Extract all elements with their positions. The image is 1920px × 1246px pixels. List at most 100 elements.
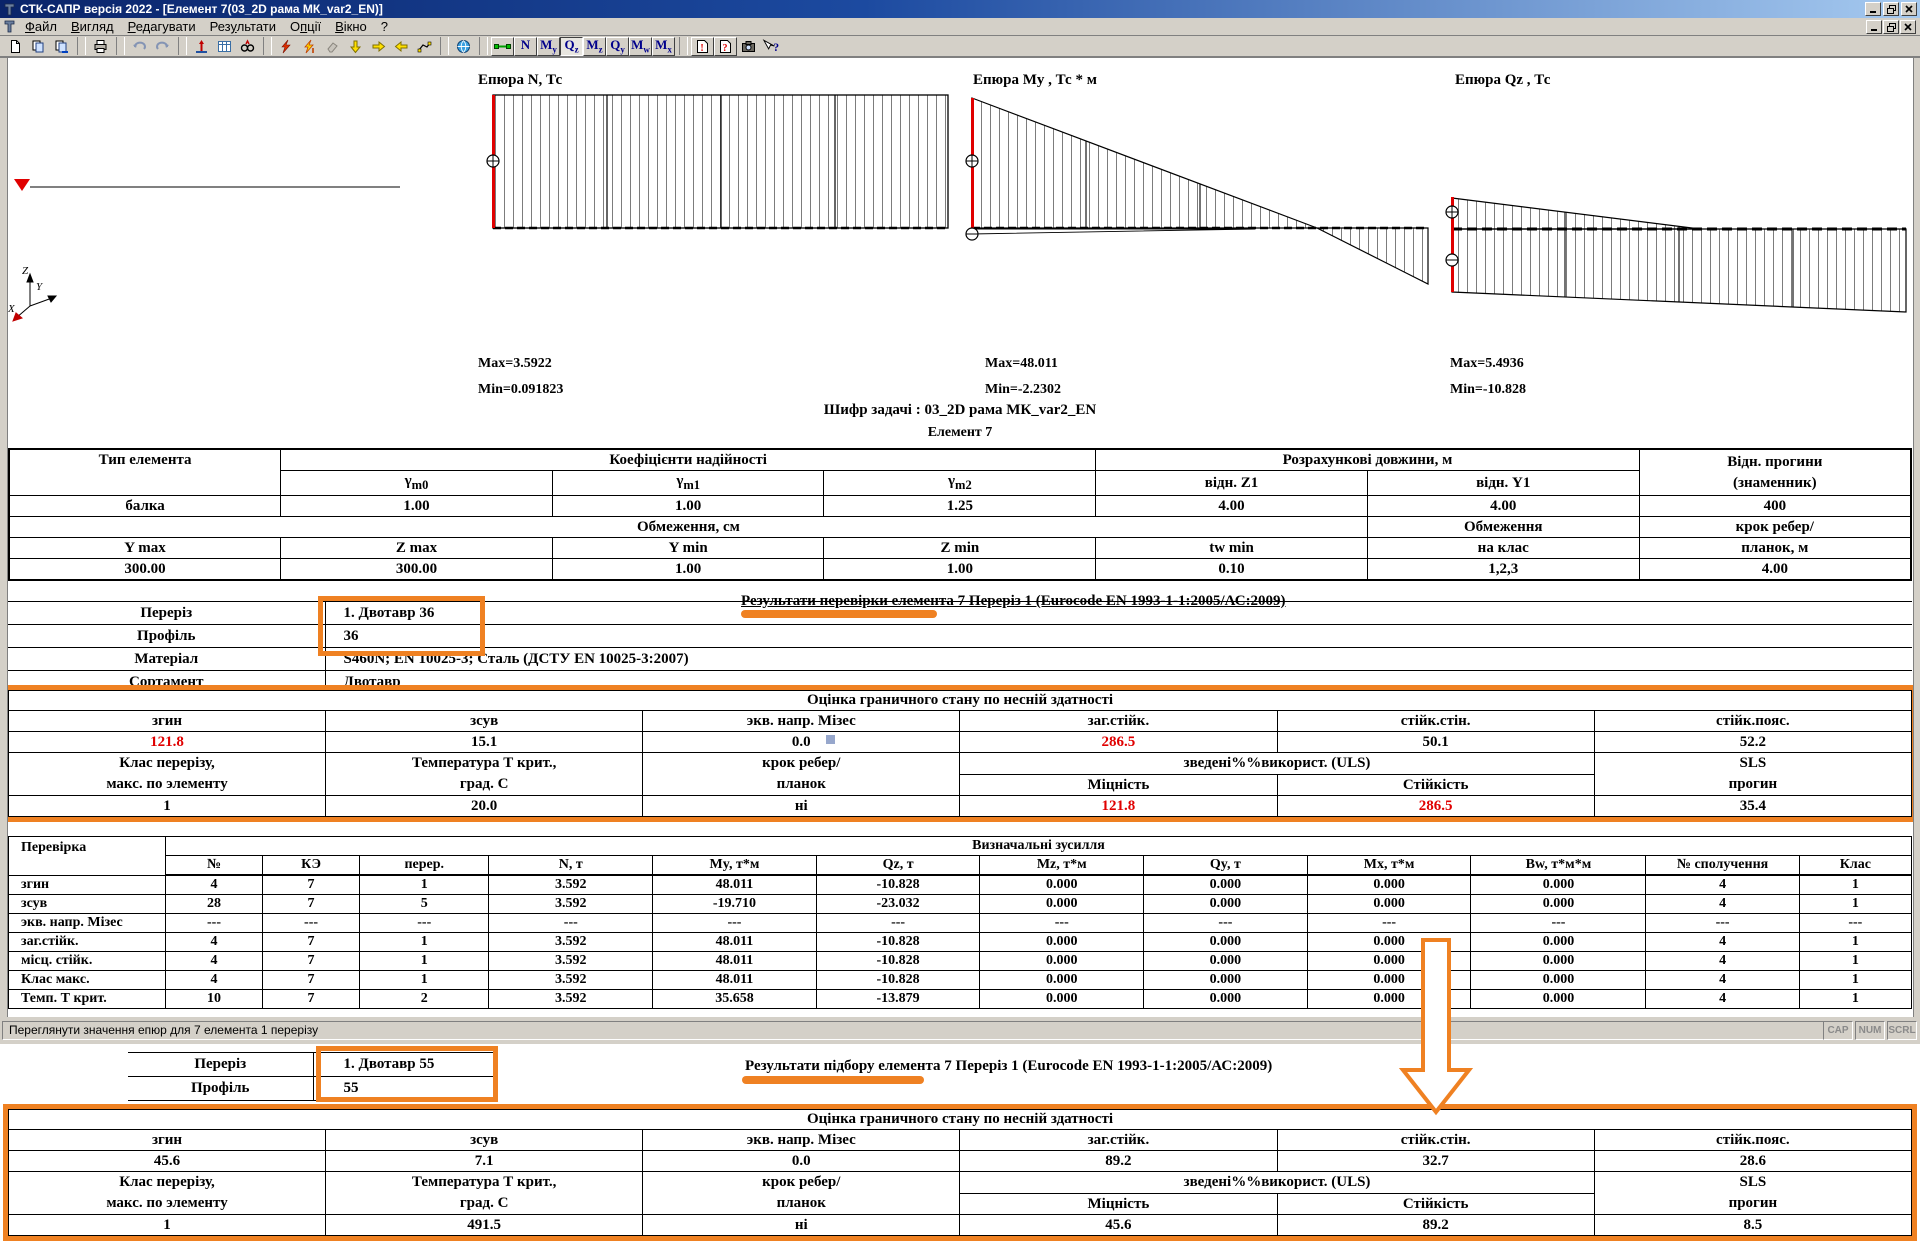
menu-view[interactable]: Вигляд [64,18,121,35]
table-cell: 50.1 [1277,732,1594,753]
client-frame-right [1913,58,1920,1017]
table-cell: CAP [1823,1021,1853,1040]
menu-file[interactable]: Файл [18,18,64,35]
keyboard-indicators: CAPNUMSCRL [1823,1021,1917,1040]
binoculars-icon [240,39,255,54]
table-cell: 89.2 [960,1151,1277,1172]
table-cell: 0.000 [1144,990,1308,1009]
menu-results[interactable]: Результати [203,18,283,35]
line-icon [494,42,511,51]
app-icon [3,3,16,16]
copy-document-button[interactable] [27,37,50,56]
epure-my-max: Max=48.011 [985,356,1058,372]
table-row: згинзсувэкв. напр. Мізесзаг.стійк.стійк.… [9,711,1912,732]
table-cell: заг.стійк. [960,711,1277,732]
table-cell: 4 [165,875,262,895]
header-cell: Клас перерізу,макс. по элементу [9,753,326,796]
table-cell: 1 [1799,895,1911,914]
table-cell: 20.0 [326,796,643,817]
minimize-button[interactable] [1865,2,1881,16]
client-frame-left [0,58,8,1017]
header-cell: Міцність [960,774,1277,796]
section-properties-table: Переріз1. Двотавр 36 Профіль36 МатеріалS… [8,601,1912,694]
epure-my-button[interactable]: My [537,37,560,56]
menu-edit[interactable]: Редагувати [121,18,203,35]
row-label: экв. напр. Мізес [9,914,166,933]
table-cell: 4 [1646,971,1799,990]
context-help-button[interactable]: ? [760,37,783,56]
table-cell: 35.658 [653,990,817,1009]
calc-check-button[interactable] [275,37,298,56]
table-cell: 48.011 [653,971,817,990]
duplicate-document-button[interactable] [50,37,73,56]
property-label: Матеріал [8,648,325,671]
table-cell: 0.10 [1096,559,1368,581]
table-cell: Y max [9,538,281,559]
table-cell: 1 [1799,990,1911,1009]
table-row: місц. стійк.4713.59248.011-10.8280.0000.… [9,952,1912,971]
undo-button[interactable] [128,37,151,56]
epure-mz-button[interactable]: Mz [583,37,606,56]
table-icon [217,39,232,54]
element-line-button[interactable] [491,37,514,56]
print-button[interactable] [89,37,112,56]
menu-options[interactable]: Опції [283,18,328,35]
menu-window[interactable]: Вікно [328,18,374,35]
table-row: Оцінка граничного стану по несній здатно… [9,691,1912,711]
report-question-icon: ? [718,39,733,54]
redo-button[interactable] [151,37,174,56]
table-cell: -10.828 [816,971,980,990]
table-cell: 4 [165,952,262,971]
table-cell: экв. напр. Мізес [643,711,960,732]
table-cell: 7 [263,933,360,952]
table-row: згинзсувэкв. напр. Мізесзаг.стійк.стійк.… [9,1130,1912,1151]
table-cell: 0.000 [1471,971,1646,990]
epure-mx-button[interactable]: Mx [652,37,675,56]
table-cell: 0.000 [1307,990,1471,1009]
move-down-button[interactable] [344,37,367,56]
table-cell: 1 [360,952,489,971]
cursor-artifact [826,735,835,744]
annotation-box-profile-picked [316,1046,498,1102]
calc-pick-button[interactable] [298,37,321,56]
report-check-button[interactable]: ! [691,37,714,56]
mdi-close-button[interactable] [1900,20,1916,34]
epure-qz-button[interactable]: Qz [560,37,583,56]
table-row: Клас перерізу,макс. по элементу Температ… [9,753,1912,775]
polyline-button[interactable] [413,37,436,56]
epure-mw-button[interactable]: Mw [629,37,652,56]
table-cell: 1 [1799,875,1911,895]
printer-icon [93,39,108,54]
table-cell: ні [643,796,960,817]
table-cell: 4.00 [1367,496,1639,517]
arrow-right-icon [371,39,386,54]
epure-my-min: Min=-2.2302 [985,382,1061,398]
epure-n-button[interactable]: N [514,37,537,56]
report-pick-button[interactable]: ? [714,37,737,56]
mdi-restore-button[interactable] [1883,20,1899,34]
close-button[interactable] [1901,2,1917,16]
axis-button[interactable] [190,37,213,56]
new-document-button[interactable] [4,37,27,56]
mdi-minimize-button[interactable] [1866,20,1882,34]
table-cell: 1 [9,1215,326,1236]
row-label: згин [9,875,166,895]
epure-n-plot [487,95,948,228]
move-right-button[interactable] [367,37,390,56]
epure-qy-button[interactable]: Qy [606,37,629,56]
erase-button[interactable] [321,37,344,56]
move-left-button[interactable] [390,37,413,56]
eraser-icon [325,39,340,54]
document-icon [8,39,23,54]
globe-button[interactable] [452,37,475,56]
table-cell: стійк.пояс. [1594,711,1911,732]
epure-n-title: Епюра N, Тс [478,72,562,89]
table-view-button[interactable] [213,37,236,56]
restore-button[interactable] [1883,2,1899,16]
snapshot-button[interactable] [737,37,760,56]
search-button[interactable] [236,37,259,56]
table-row: балка1.001.001.254.004.00400 [9,496,1911,517]
header-cell: γm1 [552,471,824,496]
menu-help[interactable]: ? [374,18,395,35]
table-row: Профіль36 [8,625,1912,648]
